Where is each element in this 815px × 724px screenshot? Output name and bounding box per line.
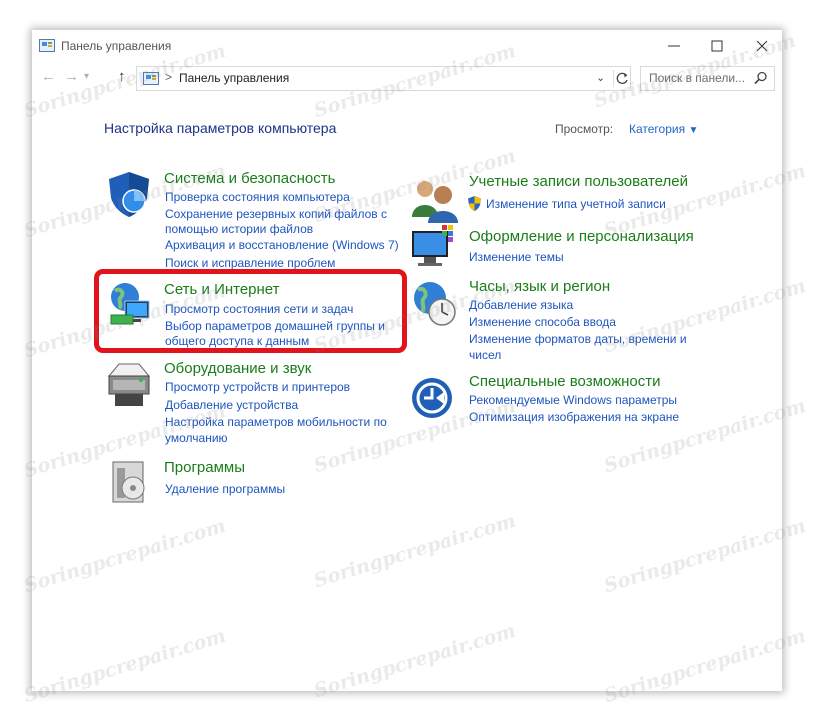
link-devices-printers[interactable]: Просмотр устройств и принтеров	[165, 380, 350, 395]
category-title-system[interactable]: Система и безопасность	[164, 170, 335, 187]
address-dropdown-icon[interactable]: ⌄	[596, 71, 605, 84]
ease-of-access-icon[interactable]	[410, 376, 458, 424]
recent-dropdown-icon[interactable]: ▾	[84, 71, 89, 82]
clock-globe-icon[interactable]	[410, 280, 458, 328]
view-by-value: Категория	[629, 122, 686, 136]
maximize-icon[interactable]	[709, 38, 725, 54]
link-file-history-backup[interactable]: Сохранение резервных копий файлов с	[165, 207, 387, 222]
category-title-appearance[interactable]: Оформление и персонализация	[469, 228, 694, 245]
category-title-accounts[interactable]: Учетные записи пользователей	[469, 173, 688, 190]
back-arrow-icon[interactable]: ←	[41, 68, 56, 85]
control-panel-window: Панель управления ← → ▾ ↑ > Панель управ…	[32, 30, 782, 691]
category-title-hardware[interactable]: Оборудование и звук	[164, 360, 311, 377]
link-change-theme[interactable]: Изменение темы	[469, 250, 564, 265]
search-placeholder: Поиск в панели...	[649, 71, 746, 85]
link-backup-restore[interactable]: Архивация и восстановление (Windows 7)	[165, 238, 399, 253]
up-arrow-icon[interactable]: ↑	[118, 68, 126, 85]
link-recommended-settings[interactable]: Рекомендуемые Windows параметры	[469, 393, 677, 408]
uac-shield-icon	[468, 196, 481, 211]
link-optimize-display[interactable]: Оптимизация изображения на экране	[469, 410, 679, 425]
printer-icon[interactable]	[105, 362, 153, 410]
page-title: Настройка параметров компьютера	[104, 120, 337, 136]
link-change-input-method[interactable]: Изменение способа ввода	[469, 315, 616, 330]
control-panel-icon	[39, 39, 55, 52]
forward-arrow-icon[interactable]: →	[64, 68, 79, 85]
view-by-label: Просмотр:	[555, 122, 614, 136]
security-shield-icon[interactable]	[105, 170, 153, 218]
link-change-date-formats-cont[interactable]: чисел	[469, 348, 501, 363]
category-title-programs[interactable]: Программы	[164, 459, 245, 476]
appearance-monitor-icon[interactable]	[410, 223, 458, 271]
address-row: ← → ▾ ↑ > Панель управления ⌄ Поиск в па…	[32, 63, 782, 93]
minimize-icon[interactable]	[666, 38, 682, 54]
window-title: Панель управления	[61, 39, 172, 53]
link-add-language[interactable]: Добавление языка	[469, 298, 573, 313]
breadcrumb[interactable]: Панель управления	[179, 71, 289, 85]
refresh-icon[interactable]	[613, 70, 631, 87]
user-accounts-icon[interactable]	[410, 177, 458, 225]
highlight-frame	[94, 269, 407, 353]
control-panel-small-icon	[143, 72, 159, 85]
link-mobility-settings-cont[interactable]: умолчанию	[165, 431, 228, 446]
link-change-account-type[interactable]: Изменение типа учетной записи	[486, 197, 666, 212]
search-input[interactable]: Поиск в панели...	[640, 66, 775, 91]
breadcrumb-separator[interactable]: >	[165, 70, 172, 84]
link-mobility-settings[interactable]: Настройка параметров мобильности по	[165, 415, 387, 430]
address-bar[interactable]: > Панель управления ⌄	[136, 66, 631, 91]
close-icon[interactable]	[754, 38, 770, 54]
search-icon[interactable]	[754, 71, 768, 85]
programs-icon[interactable]	[105, 458, 153, 506]
view-by-dropdown[interactable]: Категория ▼	[629, 122, 698, 136]
link-change-date-formats[interactable]: Изменение форматов даты, времени и	[469, 332, 687, 347]
category-title-clock[interactable]: Часы, язык и регион	[469, 278, 610, 295]
link-uninstall-program[interactable]: Удаление программы	[165, 482, 285, 497]
link-add-device[interactable]: Добавление устройства	[165, 398, 298, 413]
link-file-history-backup-cont[interactable]: помощью истории файлов	[165, 222, 313, 237]
dropdown-arrow-icon: ▼	[688, 125, 699, 136]
title-bar[interactable]: Панель управления	[32, 30, 782, 61]
link-check-computer-status[interactable]: Проверка состояния компьютера	[165, 190, 350, 205]
category-title-ease[interactable]: Специальные возможности	[469, 373, 661, 390]
